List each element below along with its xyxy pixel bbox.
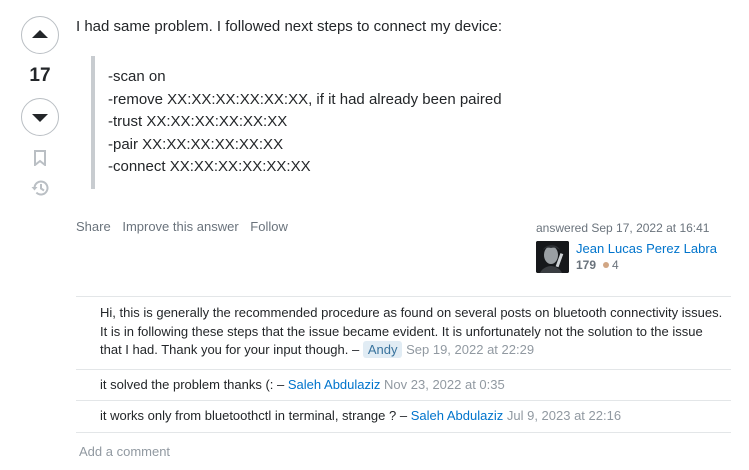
step-line: -connect XX:XX:XX:XX:XX:XX xyxy=(108,158,311,175)
bookmark-button[interactable] xyxy=(20,148,60,168)
bookmark-icon xyxy=(34,150,46,166)
bronze-badge: 4 xyxy=(603,258,619,272)
step-line: -scan on xyxy=(108,68,166,85)
avatar[interactable] xyxy=(536,241,569,273)
vote-count: 17 xyxy=(29,65,51,86)
user-name-link[interactable]: Jean Lucas Perez Labra xyxy=(576,241,717,257)
bronze-badge-icon xyxy=(603,262,610,268)
arrow-up-icon xyxy=(32,30,48,38)
comments-list: Hi, this is generally the recommended pr… xyxy=(76,296,731,470)
answer-body: I had same problem. I followed next step… xyxy=(76,16,731,189)
steps-blockquote: -scan on -remove XX:XX:XX:XX:XX:XX, if i… xyxy=(91,56,731,189)
post-menu: Share Improve this answer Follow xyxy=(76,219,296,234)
comment-text: it works only from bluetoothctl in termi… xyxy=(100,408,408,423)
reputation-value: 179 xyxy=(576,258,597,272)
follow-link[interactable]: Follow xyxy=(250,219,288,234)
comment-user-link[interactable]: Saleh Abdulaziz xyxy=(411,408,504,423)
comment-user-link[interactable]: Andy xyxy=(362,341,403,358)
add-comment-link[interactable]: Add a comment xyxy=(76,433,731,470)
comment-user-link[interactable]: Saleh Abdulaziz xyxy=(288,377,381,392)
downvote-button[interactable] xyxy=(21,98,59,136)
comment-date[interactable]: Jul 9, 2023 at 22:16 xyxy=(507,408,621,423)
answered-timestamp[interactable]: answered Sep 17, 2022 at 16:41 xyxy=(536,221,736,235)
comment-date[interactable]: Nov 23, 2022 at 0:35 xyxy=(384,377,505,392)
comment-date[interactable]: Sep 19, 2022 at 22:29 xyxy=(406,342,534,357)
history-icon xyxy=(31,180,49,196)
answer-intro: I had same problem. I followed next step… xyxy=(76,18,503,35)
comment-item: it solved the problem thanks (: – Saleh … xyxy=(76,370,731,401)
step-line: -remove XX:XX:XX:XX:XX:XX, if it had alr… xyxy=(108,90,502,108)
share-link[interactable]: Share xyxy=(76,219,111,234)
comment-text: it solved the problem thanks (: – xyxy=(100,376,285,392)
step-line: -trust XX:XX:XX:XX:XX:XX xyxy=(108,113,288,130)
user-card: answered Sep 17, 2022 at 16:41 Jean Luca… xyxy=(536,221,736,273)
comment-item: it works only from bluetoothctl in termi… xyxy=(76,401,731,433)
reputation-score: 179 4 xyxy=(576,258,717,272)
upvote-button[interactable] xyxy=(21,16,59,54)
history-button[interactable] xyxy=(20,178,60,198)
step-line: -pair XX:XX:XX:XX:XX:XX xyxy=(108,135,284,153)
comment-item: Hi, this is generally the recommended pr… xyxy=(76,297,731,370)
bronze-badge-count: 4 xyxy=(612,258,619,272)
user-avatar-icon xyxy=(536,241,569,273)
vote-cell: 17 xyxy=(20,16,60,198)
improve-answer-link[interactable]: Improve this answer xyxy=(122,219,238,234)
arrow-down-icon xyxy=(32,114,48,122)
